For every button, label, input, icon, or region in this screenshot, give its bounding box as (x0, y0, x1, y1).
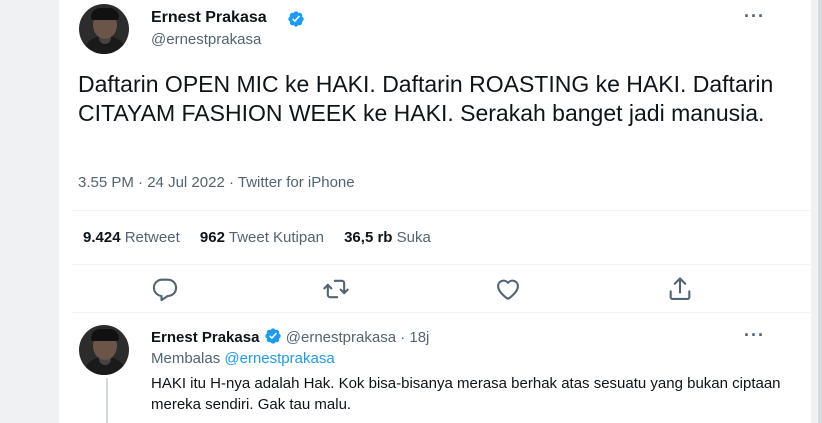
reply-separator: · (400, 329, 406, 346)
meta-separator: · (228, 174, 234, 191)
reply-author-handle[interactable]: @ernestprakasa (286, 329, 396, 346)
tweet-date[interactable]: 24 Jul 2022 (147, 174, 225, 191)
retweets-count: 9.424 (83, 229, 121, 246)
reply-more-options-icon[interactable]: ··· (744, 325, 765, 346)
divider (72, 264, 810, 265)
reply-text: HAKI itu H-nya adalah Hak. Kok bisa-bisa… (151, 375, 781, 413)
retweets-label: Retweet (124, 229, 180, 246)
meta-separator: · (138, 174, 144, 191)
tweet-stats: 9.424 Retweet 962 Tweet Kutipan 36,5 rb … (83, 229, 447, 246)
reply-author-avatar[interactable] (79, 325, 129, 375)
tweet-text: Daftarin OPEN MIC ke HAKI. Daftarin ROAS… (78, 71, 774, 126)
replying-to-handle[interactable]: @ernestprakasa (224, 350, 334, 367)
retweets-stat[interactable]: 9.424 Retweet (83, 229, 180, 246)
tweet-source[interactable]: Twitter for iPhone (238, 174, 355, 191)
verified-badge-icon (264, 328, 281, 344)
quotes-stat[interactable]: 962 Tweet Kutipan (200, 229, 324, 246)
reply-header: Ernest Prakasa @ernestprakasa · 18j (151, 327, 429, 346)
verified-badge-icon (288, 11, 304, 27)
share-icon[interactable] (666, 275, 694, 303)
tweet-time[interactable]: 3.55 PM (78, 174, 134, 191)
likes-count: 36,5 rb (344, 229, 393, 246)
reply-author-name[interactable]: Ernest Prakasa (151, 329, 259, 346)
like-icon[interactable] (494, 275, 522, 303)
quotes-label: Tweet Kutipan (228, 229, 324, 246)
author-avatar[interactable] (79, 4, 129, 54)
reply-icon[interactable] (151, 275, 179, 303)
replying-to-line: Membalas @ernestprakasa (151, 350, 335, 367)
divider (72, 312, 810, 313)
author-name[interactable]: Ernest Prakasa (151, 9, 267, 27)
author-handle[interactable]: @ernestprakasa (151, 31, 261, 48)
more-options-icon[interactable]: ··· (744, 6, 765, 27)
page-edge (818, 0, 822, 423)
reply-age[interactable]: 18j (409, 329, 429, 346)
likes-label: Suka (396, 229, 431, 246)
replying-to-label: Membalas (151, 350, 221, 367)
likes-stat[interactable]: 36,5 rb Suka (344, 229, 431, 246)
quotes-count: 962 (199, 229, 225, 246)
tweet-meta: 3.55 PM · 24 Jul 2022 · Twitter for iPho… (78, 174, 355, 191)
divider (72, 210, 810, 211)
thread-connector-line (106, 378, 108, 423)
retweet-icon[interactable] (322, 275, 350, 303)
